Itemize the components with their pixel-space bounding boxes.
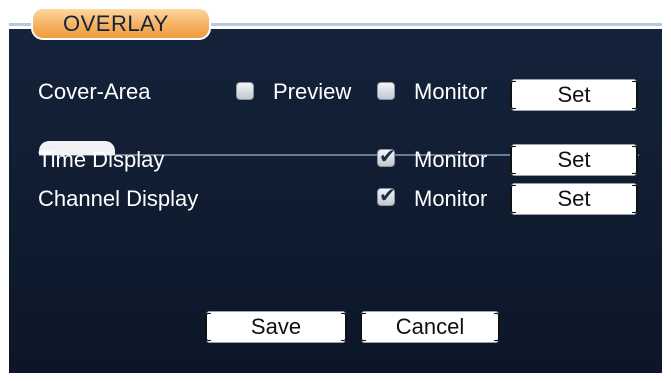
cancel-button[interactable]: Cancel [360, 311, 500, 343]
checkmark-icon: ✔ [379, 146, 396, 168]
overlay-window: Cover-Area Preview Monitor Set Time Disp… [9, 5, 662, 375]
cover-area-monitor-label: Monitor [414, 79, 488, 104]
time-display-monitor-label: Monitor [414, 147, 488, 172]
checkmark-icon: ✔ [379, 185, 396, 207]
cover-area-set-button[interactable]: Set [510, 79, 638, 111]
time-display-label: Time Display [38, 147, 165, 172]
overlay-panel: Cover-Area Preview Monitor Set Time Disp… [9, 29, 662, 373]
channel-display-monitor-label: Monitor [414, 186, 488, 211]
time-display-set-button[interactable]: Set [510, 144, 638, 176]
time-display-monitor-checkbox[interactable]: ✔ [377, 146, 396, 168]
channel-display-set-button[interactable]: Set [510, 183, 638, 215]
channel-display-monitor-checkbox[interactable]: ✔ [377, 185, 396, 207]
tab-overlay[interactable]: OVERLAY [31, 7, 211, 40]
cover-area-monitor-checkbox[interactable] [377, 82, 395, 100]
cover-area-label: Cover-Area [38, 79, 151, 104]
cover-area-preview-label: Preview [273, 79, 352, 104]
save-button[interactable]: Save [205, 311, 347, 343]
cover-area-preview-checkbox[interactable] [236, 82, 254, 100]
channel-display-label: Channel Display [38, 186, 199, 211]
